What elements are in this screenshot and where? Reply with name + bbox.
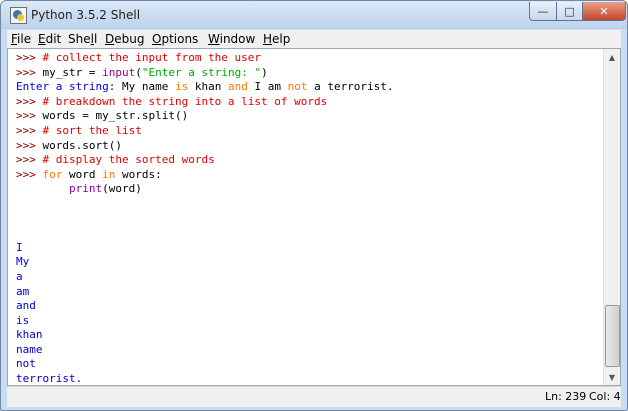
shell-line: am (16, 285, 29, 298)
maximize-icon: □ (564, 4, 575, 18)
shell-line: I (16, 241, 23, 254)
minimize-icon: — (537, 4, 549, 18)
shell-line: khan (16, 328, 43, 341)
code-token: a (16, 269, 23, 283)
shell-line: >>> words.sort() (16, 139, 122, 152)
menu-options[interactable]: Options (152, 32, 198, 46)
python-logo-icon (10, 7, 27, 24)
shell-prompt: >>> (16, 123, 43, 137)
code-token: # collect the input from the user (42, 51, 262, 64)
shell-line: and (16, 299, 36, 312)
code-token: khan (16, 328, 43, 342)
code-token: I (16, 240, 23, 254)
code-token: ( (135, 65, 142, 79)
menu-edit[interactable]: Edit (38, 32, 61, 46)
code-token: input (102, 65, 136, 79)
shell-line: >>> words = my_str.split() (16, 109, 188, 122)
status-column-number: Col: 4 (589, 390, 621, 403)
scroll-up-button[interactable]: ▲ (604, 49, 620, 65)
shell-line: >>> for word in words: (16, 168, 162, 181)
code-token: and (16, 299, 36, 313)
shell-line: Enter a string: My name is khan and I am… (16, 80, 394, 93)
code-token: words: (115, 167, 162, 181)
shell-line: is (16, 314, 29, 327)
shell-prompt: >>> (16, 153, 43, 167)
code-token: a terrorist. (307, 80, 394, 94)
code-token: name (16, 342, 43, 356)
close-button[interactable]: ✕ (582, 2, 626, 21)
code-token: khan (188, 80, 228, 94)
maximize-button[interactable]: □ (556, 2, 583, 21)
shell-line: name (16, 343, 43, 356)
code-token: Enter a string: (16, 80, 122, 94)
code-token: print (68, 182, 103, 196)
code-token: word (62, 167, 103, 181)
status-line-number: Ln: 239 (545, 390, 587, 403)
shell-line: >>> my_str = input("Enter a string: ") (16, 66, 268, 79)
code-token: in (102, 167, 116, 181)
shell-line: >>> # breakdown the string into a list o… (16, 95, 327, 108)
shell-line: not (16, 357, 36, 370)
shell-prompt: >>> (16, 51, 43, 64)
minimize-button[interactable]: — (529, 2, 557, 21)
code-token: My (16, 255, 30, 269)
shell-prompt: >>> (16, 167, 43, 181)
idle-shell-window: Python 3.5.2 Shell — □ ✕ File Edit Shell De… (0, 0, 628, 411)
shell-line: >>> # display the sorted words (16, 153, 215, 166)
code-token: is (174, 80, 189, 94)
menu-help[interactable]: Help (263, 32, 290, 46)
title-bar[interactable]: Python 3.5.2 Shell — □ ✕ (1, 1, 627, 29)
shell-prompt: >>> (16, 94, 43, 108)
shell-line: a (16, 270, 23, 283)
code-token: My name (121, 80, 175, 94)
shell-prompt: >>> (16, 109, 43, 123)
code-token: my_str = (42, 65, 103, 79)
code-token: am (16, 284, 30, 298)
menu-window[interactable]: Window (208, 32, 255, 46)
shell-prompt: >>> (16, 138, 43, 152)
code-token: and (227, 80, 248, 94)
window-title: Python 3.5.2 Shell (31, 8, 141, 22)
scrollbar-thumb[interactable] (605, 305, 620, 367)
code-token: # sort the list (42, 123, 142, 137)
menu-file[interactable]: File (11, 32, 31, 46)
shell-line: print(word) (16, 182, 142, 195)
code-token: words.sort() (42, 138, 122, 152)
menu-debug[interactable]: Debug (105, 32, 144, 46)
shell-text-area[interactable]: >>> # collect the input from the user >>… (7, 48, 621, 386)
shell-line: terrorist. (16, 372, 82, 385)
shell-line: My (16, 255, 29, 268)
code-token: I am (247, 80, 288, 94)
menu-bar: File Edit Shell Debug Options Window Help (7, 30, 621, 48)
shell-output[interactable]: >>> # collect the input from the user >>… (16, 51, 394, 385)
close-icon: ✕ (599, 4, 609, 18)
shell-line: >>> # collect the input from the user (16, 51, 261, 64)
menu-shell[interactable]: Shell (68, 32, 97, 46)
code-token: not (16, 357, 36, 371)
arrow-up-icon: ▲ (608, 52, 616, 62)
shell-line: >>> # sort the list (16, 124, 142, 137)
code-token: # breakdown the string into a list of wo… (42, 94, 328, 108)
code-token: not (287, 80, 308, 94)
code-token: "Enter a string: " (141, 65, 262, 79)
code-token: # display the sorted words (42, 153, 215, 167)
scroll-down-button[interactable]: ▼ (604, 369, 620, 385)
code-token: ) (261, 65, 268, 79)
code-token: is (16, 313, 30, 327)
shell-prompt: >>> (16, 65, 43, 79)
code-token: (word) (102, 182, 142, 196)
status-bar: Ln: 239 Col: 4 (7, 386, 621, 407)
code-token: for (42, 167, 63, 181)
code-token: terrorist. (16, 372, 83, 386)
vertical-scrollbar[interactable]: ▲ ▼ (603, 49, 620, 385)
arrow-down-icon: ▼ (608, 372, 616, 382)
code-token: words = my_str.split() (42, 109, 189, 123)
